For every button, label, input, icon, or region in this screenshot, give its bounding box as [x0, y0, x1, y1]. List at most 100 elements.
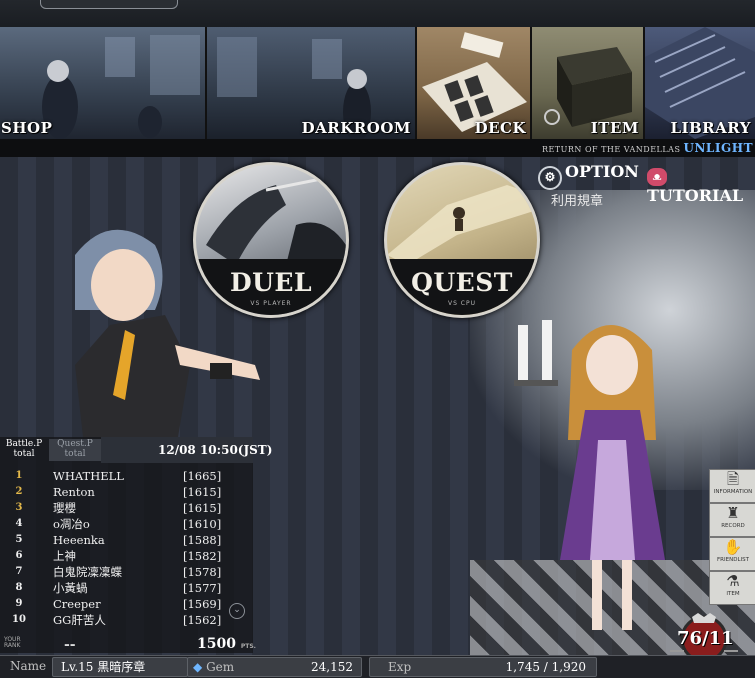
ranking-row[interactable]: 3 瓔櫻 [1615]: [0, 500, 253, 516]
option-label: OPTION: [565, 162, 639, 181]
player-points: [1562]: [183, 613, 222, 627]
terms-link[interactable]: 利用規章: [551, 190, 603, 209]
rank-number: 7: [15, 566, 23, 577]
game-brand: RETURN OF THE VANDELLAS UNLIGHT: [542, 141, 753, 155]
ranking-scroll-down-button[interactable]: ⌄: [229, 603, 245, 619]
your-points: 1500 PTS.: [197, 636, 256, 652]
doll-girl-character-illustration: [560, 325, 665, 630]
rank-number: 10: [12, 614, 26, 625]
nav-subbar: RETURN OF THE VANDELLAS UNLIGHT: [0, 139, 755, 157]
tutorial-label: TUTORIAL: [647, 186, 744, 205]
player-points: [1665]: [183, 469, 222, 483]
nav-darkroom-label: DARKROOM: [301, 119, 411, 137]
rank-number: 6: [15, 550, 23, 561]
nav-darkroom[interactable]: DARKROOM: [207, 27, 415, 139]
player-points: [1578]: [183, 565, 222, 579]
ranking-row[interactable]: 9 Creeper [1569]: [0, 596, 253, 612]
top-menu-button[interactable]: [40, 0, 178, 9]
mascot-face-icon: ᴥ: [647, 168, 667, 186]
ranking-row[interactable]: 4 o凋冶o [1610]: [0, 516, 253, 532]
gem-value: 24,152: [311, 660, 353, 674]
ranking-row[interactable]: 10 GG肝苦人 [1562]: [0, 612, 253, 628]
friendlist-label: FRIENDLIST: [717, 557, 749, 563]
exp-box: Exp 1,745 / 1,920: [369, 657, 597, 677]
rank-number: 9: [15, 598, 23, 609]
pts-label: PTS.: [240, 643, 256, 650]
ranking-row[interactable]: 7 白鬼院凜凜蝶 [1578]: [0, 564, 253, 580]
player-name: WHATHELL: [53, 469, 124, 483]
tab-quest-points[interactable]: Quest.P total: [49, 439, 101, 461]
ranking-row[interactable]: 6 上神 [1582]: [0, 548, 253, 564]
record-button[interactable]: ♜ RECORD: [709, 503, 755, 537]
rank-number: 8: [15, 582, 23, 593]
rank-number: 4: [15, 518, 23, 529]
nav-deck[interactable]: DECK: [417, 27, 530, 139]
exp-label: Exp: [388, 660, 412, 674]
player-name: o凋冶o: [53, 517, 90, 531]
name-label: Name: [10, 659, 47, 673]
brand-tagline: RETURN OF THE VANDELLAS: [541, 145, 681, 154]
nav-shop-label: SHOP: [1, 119, 53, 137]
item-side-label: ITEM: [726, 591, 740, 597]
player-points: [1610]: [183, 517, 222, 531]
ranking-list: 1 WHATHELL [1665] 2 Renton [1615] 3 瓔櫻 [1615] …: [0, 468, 253, 628]
exp-value: 1,745 / 1,920: [505, 660, 586, 674]
nav-item[interactable]: ITEM: [532, 27, 643, 139]
information-label: INFORMATION: [713, 489, 753, 495]
gem-label: Gem: [206, 660, 235, 674]
rank-number: 5: [15, 534, 23, 545]
item-side-button[interactable]: ⚗ ITEM: [709, 571, 755, 605]
duel-fighter-illustration: [206, 173, 346, 265]
nav-shop[interactable]: SHOP: [0, 27, 205, 139]
rank-number: 3: [15, 502, 23, 513]
duel-mode-button[interactable]: DUEL VS PLAYER: [193, 162, 349, 318]
quest-subtitle: VS CPU: [447, 300, 477, 307]
tab-battle-points[interactable]: Battle.P total: [2, 439, 46, 461]
chevron-down-icon: ⌄: [233, 605, 241, 615]
gem-icon: ◆: [193, 660, 203, 674]
emblem-text: 76/11: [677, 628, 734, 649]
handshake-icon: ✋: [723, 538, 743, 556]
ranking-row[interactable]: 2 Renton [1615]: [0, 484, 253, 500]
your-points-value: 1500: [197, 636, 236, 652]
nav-library-label: LIBRARY: [670, 119, 751, 137]
gear-icon: ⚙: [538, 166, 562, 190]
record-label: RECORD: [721, 523, 745, 529]
quest-title: QUEST: [411, 268, 513, 297]
player-name-level: Lv.15 黒暗序章: [52, 657, 188, 677]
quest-mode-button[interactable]: QUEST VS CPU: [384, 162, 540, 318]
player-name: 小黃蝸: [53, 581, 88, 595]
information-button[interactable]: 🗎 INFORMATION: [709, 469, 755, 503]
ranking-row[interactable]: 1 WHATHELL [1665]: [0, 468, 253, 484]
player-points: [1588]: [183, 533, 222, 547]
player-name: Creeper: [53, 597, 101, 611]
option-button[interactable]: ⚙ OPTION: [538, 162, 639, 190]
rank-number: 2: [15, 486, 23, 497]
friendlist-button[interactable]: ✋ FRIENDLIST: [709, 537, 755, 571]
potion-icon: ⚗: [726, 572, 740, 590]
ranking-row[interactable]: 8 小黃蝸 [1577]: [0, 580, 253, 596]
player-points: [1582]: [183, 549, 222, 563]
nav-deck-label: DECK: [474, 119, 526, 137]
ranking-timestamp: 12/08 10:50(JST): [158, 443, 273, 457]
player-points: [1615]: [183, 501, 222, 515]
ranking-row[interactable]: 5 Heeenka [1588]: [0, 532, 253, 548]
player-name: GG肝苦人: [53, 613, 106, 627]
player-name: Heeenka: [53, 533, 105, 547]
nav-item-label: ITEM: [590, 119, 639, 137]
duel-subtitle: VS PLAYER: [250, 300, 292, 307]
player-points: [1577]: [183, 581, 222, 595]
player-name: 上神: [53, 549, 76, 563]
brand-logo: UNLIGHT: [683, 141, 753, 155]
nav-library[interactable]: LIBRARY: [645, 27, 755, 139]
your-rank-label: YOUR RANK: [4, 636, 21, 649]
player-points: [1615]: [183, 485, 222, 499]
player-name: Renton: [53, 485, 95, 499]
player-name: 白鬼院凜凜蝶: [53, 565, 122, 579]
trophy-icon: ♜: [726, 504, 740, 522]
rank-number: 1: [15, 470, 23, 481]
tutorial-button[interactable]: ᴥTUTORIAL: [647, 162, 755, 205]
your-rank-value: --: [64, 637, 76, 653]
duel-title: DUEL: [229, 268, 313, 297]
player-points: [1569]: [183, 597, 222, 611]
